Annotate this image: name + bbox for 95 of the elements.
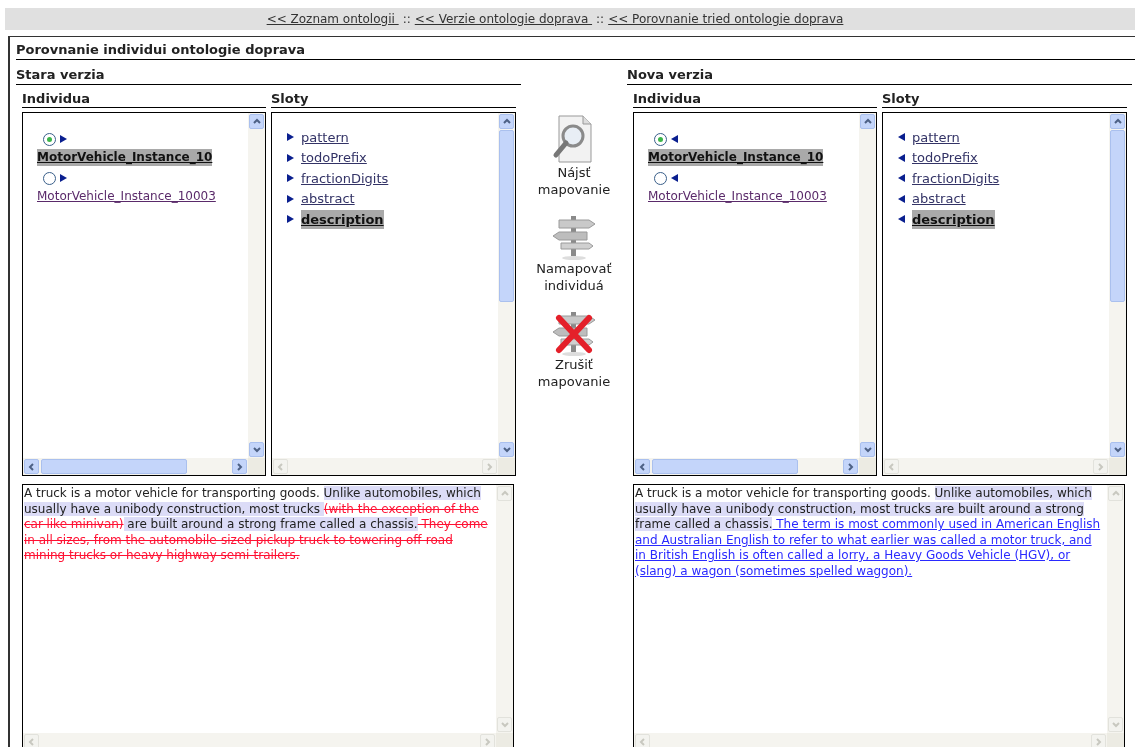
arrow-right-icon bbox=[286, 132, 295, 143]
arrow-right-icon bbox=[286, 173, 295, 184]
slot-link[interactable]: description bbox=[301, 209, 384, 229]
individual-link[interactable]: MotorVehicle_Instance_10 bbox=[37, 149, 213, 166]
vertical-scrollbar[interactable] bbox=[248, 113, 265, 458]
vertical-scrollbar[interactable] bbox=[859, 113, 876, 458]
radio-button[interactable] bbox=[43, 132, 56, 146]
arrow-left-icon bbox=[897, 132, 906, 143]
arrow-left-icon bbox=[897, 152, 906, 163]
radio-button[interactable] bbox=[654, 132, 667, 146]
scroll-left-button[interactable] bbox=[635, 459, 650, 474]
chevron-down-icon bbox=[1112, 444, 1123, 455]
arrow-left-icon bbox=[897, 193, 906, 204]
chevron-left-icon bbox=[26, 736, 37, 747]
breadcrumb-link[interactable]: << Verzie ontologie doprava bbox=[414, 10, 593, 28]
column-heading: Sloty bbox=[271, 90, 516, 108]
chevron-left-icon bbox=[886, 461, 897, 472]
action-button[interactable]: Nájsť mapovanie bbox=[529, 114, 619, 198]
scrollbar-thumb[interactable] bbox=[652, 459, 798, 474]
chevron-left-icon bbox=[26, 461, 37, 472]
scroll-left-button[interactable] bbox=[24, 459, 39, 474]
arrow-left-icon bbox=[670, 134, 679, 144]
chevron-down-icon bbox=[501, 444, 512, 455]
slot-link[interactable]: fractionDigits bbox=[301, 168, 389, 188]
individual-link[interactable]: MotorVehicle_Instance_10003 bbox=[37, 188, 216, 205]
vertical-scrollbar[interactable] bbox=[498, 113, 515, 458]
chevron-right-icon bbox=[845, 461, 856, 472]
individual-link[interactable]: MotorVehicle_Instance_10 bbox=[648, 149, 824, 166]
arrow-right-icon bbox=[286, 214, 295, 225]
column-heading: Individua bbox=[22, 90, 266, 108]
scroll-down-button[interactable] bbox=[499, 442, 514, 457]
link-separator: :: bbox=[401, 11, 412, 28]
chevron-right-icon bbox=[1095, 461, 1106, 472]
link-separator: :: bbox=[595, 11, 606, 28]
action-button[interactable]: Namapovať individuá bbox=[529, 210, 619, 294]
section-heading: Nova verzia bbox=[627, 66, 1132, 85]
scroll-down-button[interactable] bbox=[860, 442, 875, 457]
arrow-right-icon bbox=[59, 134, 68, 144]
breadcrumb-link[interactable]: << Porovnanie tried ontologie doprava bbox=[608, 10, 844, 28]
arrow-left-icon bbox=[897, 214, 906, 225]
scrollbar-corner bbox=[1109, 458, 1126, 475]
chevron-down-icon bbox=[251, 444, 262, 455]
column-heading: Individua bbox=[633, 90, 877, 108]
scrollbar-corner bbox=[496, 733, 513, 747]
chevron-left-icon bbox=[275, 461, 286, 472]
chevron-down-icon bbox=[1110, 719, 1121, 730]
arrow-right-icon bbox=[286, 152, 295, 163]
scroll-up-button[interactable] bbox=[249, 114, 264, 129]
scrollbar-thumb[interactable] bbox=[1110, 130, 1125, 302]
arrow-right-icon bbox=[286, 193, 295, 204]
scrollbar-corner bbox=[859, 458, 876, 475]
scroll-down-button[interactable] bbox=[1110, 442, 1125, 457]
vertical-scrollbar[interactable] bbox=[1109, 113, 1126, 458]
radio-button[interactable] bbox=[43, 171, 56, 185]
scroll-down-button[interactable] bbox=[249, 442, 264, 457]
chevron-right-icon bbox=[482, 736, 493, 747]
slot-link[interactable]: pattern bbox=[912, 127, 960, 147]
horizontal-scrollbar[interactable] bbox=[23, 458, 248, 475]
description-text: A truck is a motor vehicle for transporting goods. Unlike automobiles, which usually have a unibody construction, most trucks are built around a strong frame called a chassis. The term is most commonly used in American English and Australian English to refer to what earlier was called a motor truck, and in British English is often called a lorry, a Heavy Goods Vehicle (HGV), or (slang) a wagon (sometimes spelled waggon). bbox=[634, 485, 1102, 580]
chevron-down-icon bbox=[499, 719, 510, 730]
scroll-up-button[interactable] bbox=[860, 114, 875, 129]
horizontal-scrollbar[interactable] bbox=[634, 458, 859, 475]
chevron-right-icon bbox=[234, 461, 245, 472]
slot-link[interactable]: abstract bbox=[912, 189, 966, 209]
slot-link[interactable]: todoPrefix bbox=[912, 148, 978, 168]
scrollbar-thumb[interactable] bbox=[499, 130, 514, 302]
column-heading: Sloty bbox=[882, 90, 1127, 108]
scrollbar-thumb[interactable] bbox=[41, 459, 187, 474]
scroll-right-button[interactable] bbox=[232, 459, 247, 474]
slot-link[interactable]: todoPrefix bbox=[301, 148, 367, 168]
scrollbar-corner bbox=[248, 458, 265, 475]
slot-link[interactable]: pattern bbox=[301, 127, 349, 147]
arrow-left-icon bbox=[670, 173, 679, 183]
scroll-right-button[interactable] bbox=[843, 459, 858, 474]
chevron-left-icon bbox=[637, 736, 648, 747]
arrow-left-icon bbox=[897, 173, 906, 184]
slot-link[interactable]: fractionDigits bbox=[912, 168, 1000, 188]
chevron-down-icon bbox=[862, 444, 873, 455]
description-text: A truck is a motor vehicle for transporting goods. Unlike automobiles, which usually have a unibody construction, most trucks (with the exception of the car-like minivan) are built around a strong frame called a chassis. They come in all sizes, from the automobile-sized pickup truck to towering off-road mining trucks or heavy highway semi-trailers. bbox=[23, 485, 489, 564]
action-button[interactable]: Zrušiť mapovanie bbox=[529, 306, 619, 390]
scrollbar-corner bbox=[498, 458, 515, 475]
slot-link[interactable]: description bbox=[912, 209, 995, 229]
individual-link[interactable]: MotorVehicle_Instance_10003 bbox=[648, 188, 827, 205]
chevron-right-icon bbox=[484, 461, 495, 472]
scroll-up-button[interactable] bbox=[1110, 114, 1125, 129]
section-heading: Stara verzia bbox=[16, 66, 521, 85]
radio-button[interactable] bbox=[654, 171, 667, 185]
scroll-up-button[interactable] bbox=[499, 114, 514, 129]
page-title: Porovnanie individui ontologie doprava bbox=[16, 41, 1135, 60]
arrow-right-icon bbox=[59, 173, 68, 183]
breadcrumb-link[interactable]: << Zoznam ontologii bbox=[266, 10, 399, 28]
slot-link[interactable]: abstract bbox=[301, 189, 355, 209]
chevron-left-icon bbox=[637, 461, 648, 472]
scrollbar-corner bbox=[1107, 733, 1124, 747]
chevron-right-icon bbox=[1093, 736, 1104, 747]
